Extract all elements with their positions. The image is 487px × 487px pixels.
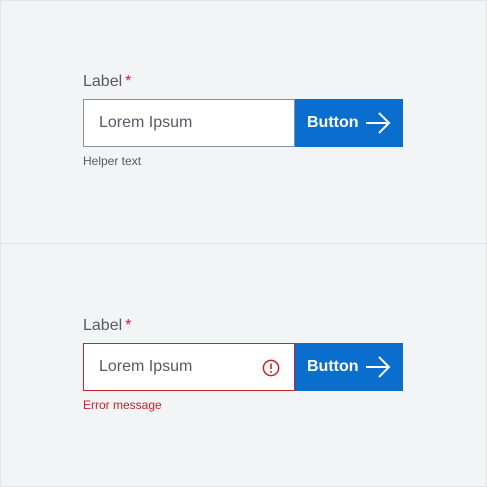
input-wrapper [83,343,295,391]
text-field-normal: Label* Button Helper text [83,72,403,168]
arrow-right-icon [366,356,391,378]
submit-button[interactable]: Button [295,343,403,391]
text-input[interactable] [84,100,294,146]
button-label: Button [307,114,359,131]
section-divider [0,243,487,244]
submit-button[interactable]: Button [295,99,403,147]
input-group: Button [83,99,403,147]
button-label: Button [307,358,359,375]
input-group: Button [83,343,403,391]
field-label-text: Label [83,317,123,334]
input-wrapper [83,99,295,147]
error-message: Error message [83,398,162,412]
required-marker: * [125,73,132,90]
text-field-error: Label* Button Error message [83,316,403,412]
field-label-text: Label [83,73,123,90]
field-label: Label * [83,72,403,94]
field-label: Label * [83,316,403,338]
required-marker: * [125,317,132,334]
arrow-right-icon [366,112,391,134]
helper-text: Helper text [83,154,142,168]
exclamation-circle-icon [262,359,280,377]
